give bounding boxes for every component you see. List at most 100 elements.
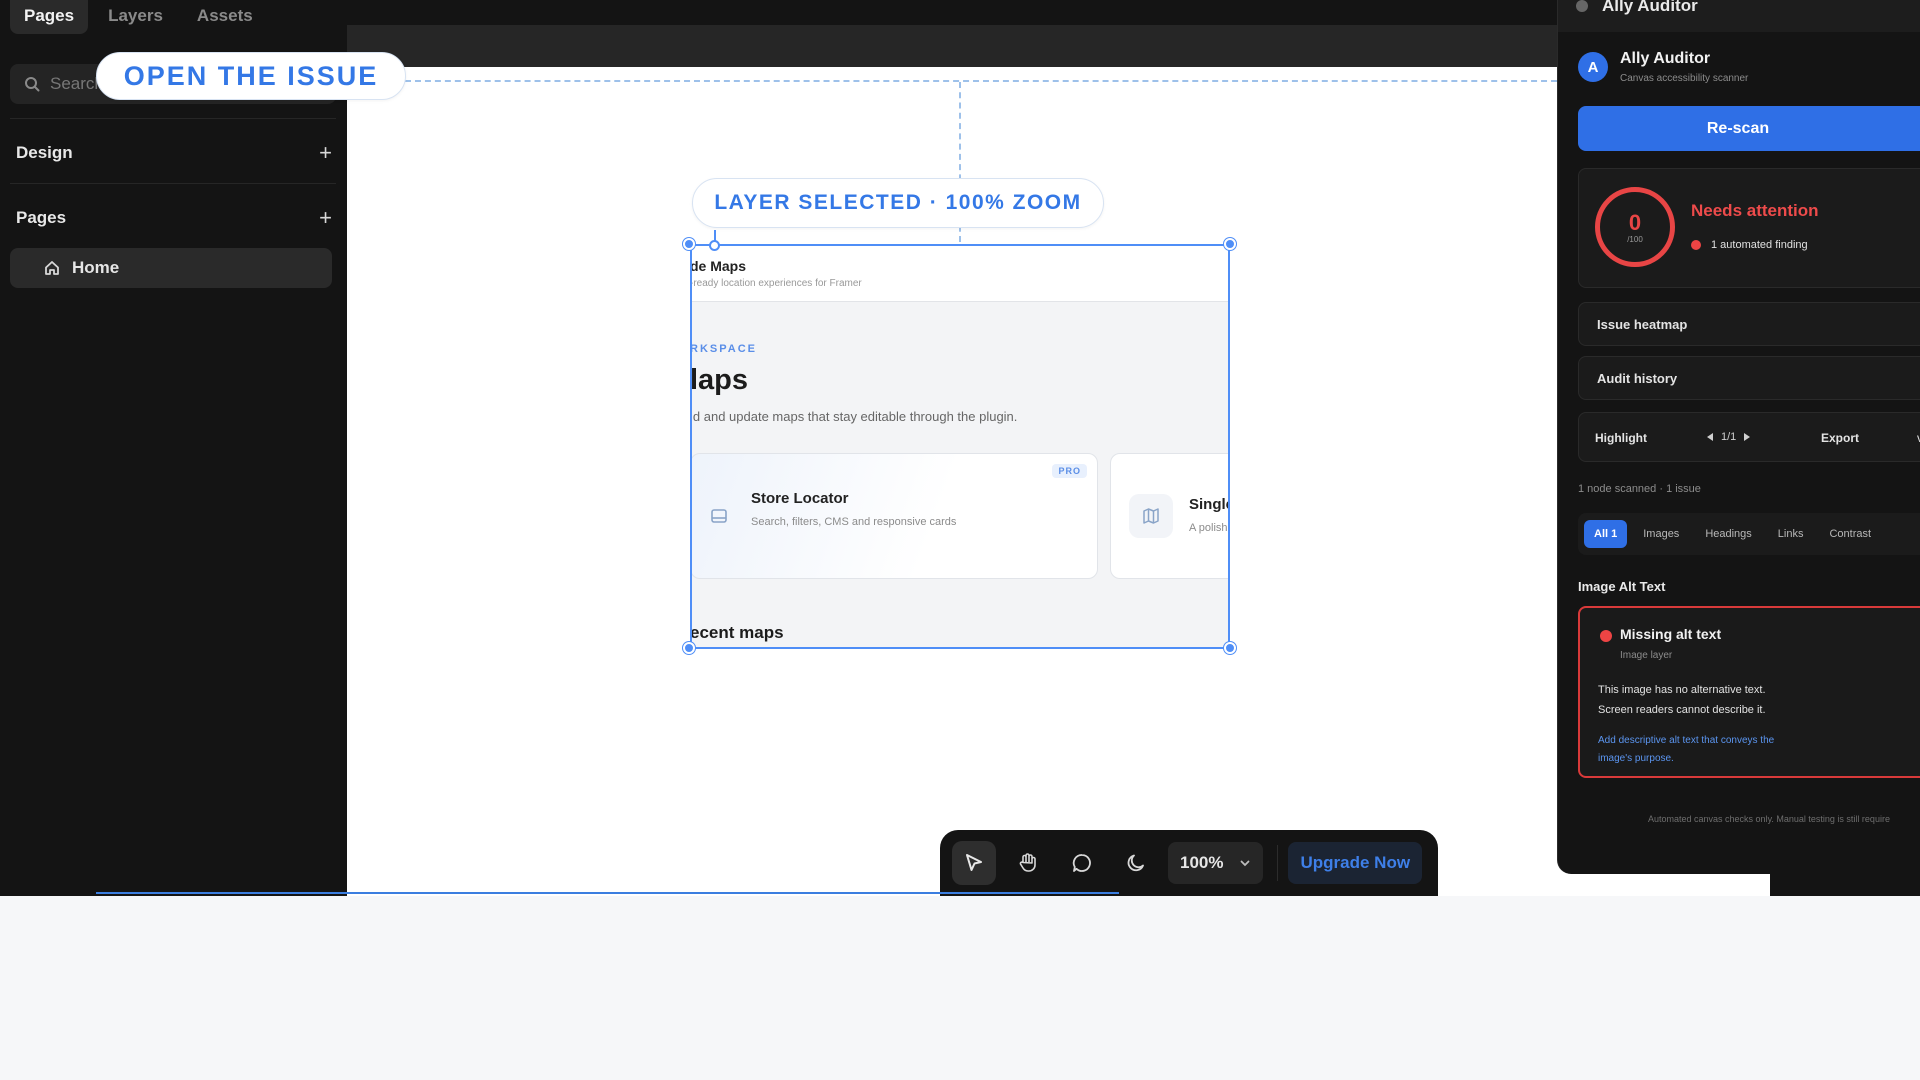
score-value: 0 <box>1628 209 1642 235</box>
map-icon <box>1129 494 1173 538</box>
page-item-home[interactable]: Home <box>10 248 332 288</box>
issue-heatmap-row[interactable]: Issue heatmap <box>1578 302 1920 346</box>
upgrade-now-button[interactable]: Upgrade Now <box>1288 842 1423 884</box>
app-window: Pages Layers Assets Search Design + Page… <box>0 0 1920 896</box>
tab-layers[interactable]: Layers <box>94 0 177 34</box>
frame-tagline: -ready location experiences for Framer <box>690 278 862 289</box>
sidebar-tabs: Pages Layers Assets <box>10 0 267 34</box>
filter-contrast[interactable]: Contrast <box>1819 520 1881 548</box>
bottom-toolbar: 100% Upgrade Now <box>940 830 1438 896</box>
issue-fix-hint: Add descriptive alt text that conveys th… <box>1598 735 1775 764</box>
search-icon <box>25 77 40 92</box>
recent-maps-heading: ecent maps <box>690 623 784 642</box>
canvas-ruler-bar <box>347 25 1557 67</box>
tile-subtitle: A polish <box>1189 522 1228 534</box>
selected-frame[interactable]: de Maps -ready location experiences for … <box>690 244 1230 649</box>
design-section-header[interactable]: Design + <box>16 140 332 166</box>
tab-assets[interactable]: Assets <box>183 0 267 34</box>
filter-headings[interactable]: Headings <box>1695 520 1761 548</box>
theme-toggle-button[interactable] <box>1114 841 1158 885</box>
audit-history-row[interactable]: Audit history <box>1578 356 1920 400</box>
pro-badge: PRO <box>1052 464 1087 478</box>
error-dot-icon <box>1600 630 1612 642</box>
home-icon <box>45 261 59 275</box>
tile-store-locator[interactable]: Store Locator Search, filters, CMS and r… <box>692 453 1098 579</box>
issue-title: Missing alt text <box>1620 626 1722 642</box>
filter-links[interactable]: Links <box>1768 520 1814 548</box>
status-label: Needs attention <box>1691 201 1819 220</box>
left-sidebar: Pages Layers Assets Search Design + Page… <box>0 0 347 896</box>
plugin-window: Ally Auditor A Ally Auditor Canvas acces… <box>1557 0 1920 874</box>
add-design-icon[interactable]: + <box>319 140 332 166</box>
tile-title: Store Locator <box>751 490 849 507</box>
pages-section-label: Pages <box>16 208 67 227</box>
add-page-icon[interactable]: + <box>319 205 332 231</box>
frame-description: ld and update maps that stay editable th… <box>690 409 1018 424</box>
layer-selected-overlay: LAYER SELECTED · 100% ZOOM <box>692 178 1104 228</box>
highlight-toggle[interactable]: Highlight <box>1595 431 1647 445</box>
divider <box>10 183 336 184</box>
score-ring: 0 /100 <box>1595 187 1675 267</box>
ally-auditor-panel: Ally Auditor A Ally Auditor Canvas acces… <box>1557 0 1920 896</box>
score-card: 0 /100 Needs attention 1 automated findi… <box>1578 168 1920 288</box>
moon-icon <box>1127 854 1144 872</box>
tile-single[interactable]: Single A polish <box>1110 453 1230 579</box>
frame-kicker: RKSPACE <box>690 343 757 355</box>
audit-history-label: Audit history <box>1597 371 1678 386</box>
toolbar-divider <box>1277 845 1279 881</box>
resize-handle-bottom-right[interactable] <box>1224 642 1236 654</box>
issue-section-title: Image Alt Text <box>1578 579 1666 594</box>
rotate-handle[interactable] <box>709 240 720 251</box>
hand-icon <box>1019 853 1036 872</box>
issue-description: This image has no alternative text. Scre… <box>1598 684 1766 716</box>
frame-header: de Maps -ready location experiences for … <box>690 246 1228 302</box>
highlight-export-bar: Highlight 1/1 Export v <box>1578 412 1920 462</box>
divider <box>10 118 336 119</box>
footnote: Automated canvas checks only. Manual tes… <box>1648 814 1890 824</box>
canvas-top-strip <box>347 0 1557 25</box>
filter-images[interactable]: Images <box>1633 520 1689 548</box>
plugin-name: Ally Auditor <box>1620 50 1711 67</box>
zoom-select[interactable]: 100% <box>1168 842 1264 884</box>
rescan-button[interactable]: Re-scan <box>1578 106 1920 151</box>
export-button[interactable]: Export <box>1821 431 1859 445</box>
chevron-down-icon <box>1241 860 1250 867</box>
resize-handle-top-right[interactable] <box>1224 238 1236 250</box>
next-arrow-icon[interactable] <box>1742 432 1752 442</box>
issue-filter-tabs: All 1 Images Headings Links Contrast <box>1578 513 1920 555</box>
cursor-icon <box>966 854 982 871</box>
tile-subtitle: Search, filters, CMS and responsive card… <box>751 516 957 528</box>
issue-kind: Image layer <box>1620 650 1673 661</box>
frame-brand: de Maps <box>690 258 747 274</box>
filter-all[interactable]: All 1 <box>1584 520 1628 548</box>
issue-card[interactable]: Missing alt text Image layer This image … <box>1578 606 1920 778</box>
hand-tool-button[interactable] <box>1006 841 1050 885</box>
pager-value: 1/1 <box>1721 431 1737 443</box>
select-tool-button[interactable] <box>952 841 996 885</box>
page-item-label: Home <box>72 258 120 277</box>
issue-heatmap-label: Issue heatmap <box>1597 317 1688 332</box>
score-max: /100 <box>1627 234 1643 244</box>
panel-bottom-strip <box>1770 874 1920 896</box>
comment-tool-button[interactable] <box>1060 841 1104 885</box>
prev-arrow-icon[interactable] <box>1705 432 1715 442</box>
open-issue-overlay: OPEN THE ISSUE <box>96 52 406 100</box>
plugin-subtitle: Canvas accessibility scanner <box>1620 73 1749 84</box>
resize-handle-top-left[interactable] <box>683 238 695 250</box>
plugin-avatar: A <box>1578 52 1608 82</box>
window-control-dot[interactable] <box>1576 0 1588 12</box>
pages-section-header[interactable]: Pages + <box>16 205 332 231</box>
zoom-value: 100% <box>1180 853 1224 872</box>
comment-icon <box>1072 854 1091 872</box>
finding-count-label: 1 automated finding <box>1711 239 1808 251</box>
scroll-indicator-left <box>96 892 348 894</box>
tile-title: Single <box>1189 496 1230 513</box>
tab-pages[interactable]: Pages <box>10 0 89 34</box>
finding-count: 1 automated finding <box>1691 239 1808 251</box>
frame-title: laps <box>690 364 749 396</box>
resize-handle-bottom-left[interactable] <box>683 642 695 654</box>
store-icon <box>697 494 741 538</box>
scroll-indicator-canvas <box>347 892 1119 894</box>
error-dot-icon <box>1691 240 1701 250</box>
guide-line-horizontal <box>405 80 1557 82</box>
